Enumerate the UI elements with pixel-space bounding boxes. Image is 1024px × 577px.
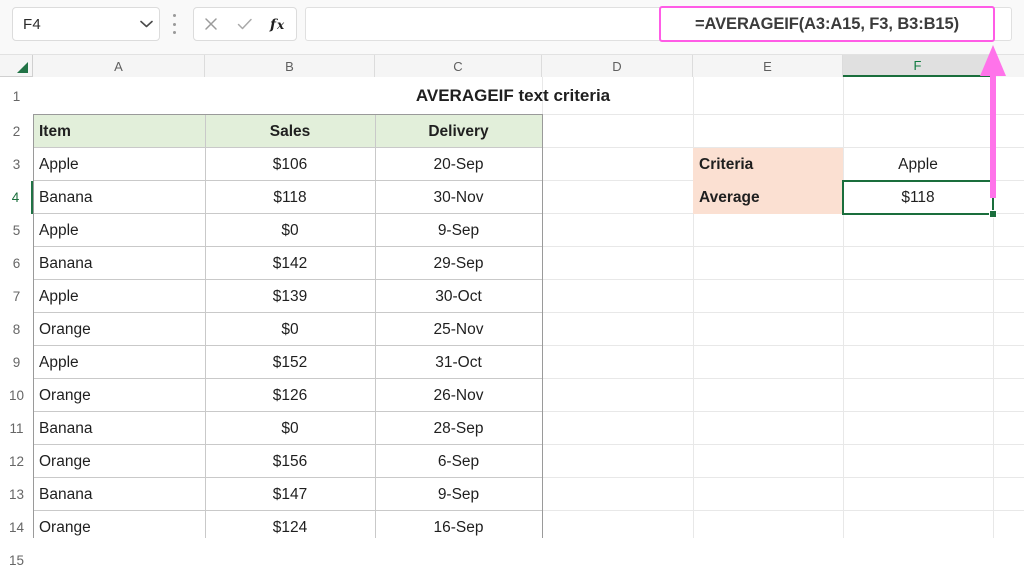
- table-row[interactable]: 9-Sep: [375, 478, 542, 511]
- table-row[interactable]: Orange: [33, 511, 205, 538]
- average-label-cell[interactable]: Average: [693, 181, 843, 214]
- table-row[interactable]: Banana: [33, 412, 205, 445]
- column-header-d[interactable]: D: [542, 55, 693, 77]
- table-row[interactable]: Apple: [33, 346, 205, 379]
- excel-window: F4 f x =AVERAGEIF(A3:A15, F3, B3:B15) A …: [0, 0, 1024, 577]
- column-header-c[interactable]: C: [375, 55, 542, 77]
- active-cell-selection[interactable]: [842, 180, 994, 215]
- table-row[interactable]: Apple: [33, 148, 205, 181]
- table-row[interactable]: Banana: [33, 181, 205, 214]
- formula-bar: F4 f x =AVERAGEIF(A3:A15, F3, B3:B15): [0, 0, 1024, 55]
- column-header-b[interactable]: B: [205, 55, 375, 77]
- name-box[interactable]: F4: [12, 7, 160, 41]
- row-header-column: 1 2 3 4 5 6 7 8 9 10 11 12 13 14 15: [0, 77, 33, 577]
- column-header-row: A B C D E F: [0, 55, 1024, 77]
- cancel-x-icon[interactable]: [194, 8, 228, 40]
- row-header-15[interactable]: 15: [0, 544, 33, 577]
- row-header-13[interactable]: 13: [0, 478, 33, 511]
- table-row[interactable]: Apple: [33, 214, 205, 247]
- table-row[interactable]: $118: [205, 181, 375, 214]
- table-row[interactable]: 31-Oct: [375, 346, 542, 379]
- table-row[interactable]: $152: [205, 346, 375, 379]
- table-row[interactable]: 9-Sep: [375, 214, 542, 247]
- table-row[interactable]: Banana: [33, 247, 205, 280]
- criteria-label-cell[interactable]: Criteria: [693, 148, 843, 181]
- criteria-value-cell[interactable]: Apple: [843, 148, 993, 181]
- row-header-12[interactable]: 12: [0, 445, 33, 478]
- table-row[interactable]: 30-Oct: [375, 280, 542, 313]
- row-header-14[interactable]: 14: [0, 511, 33, 544]
- table-row[interactable]: 30-Nov: [375, 181, 542, 214]
- table-row[interactable]: 20-Sep: [375, 148, 542, 181]
- confirm-check-icon[interactable]: [228, 8, 262, 40]
- table-row[interactable]: 28-Sep: [375, 412, 542, 445]
- chevron-down-icon[interactable]: [133, 20, 159, 28]
- column-header-g[interactable]: [993, 55, 1024, 77]
- table-row[interactable]: $124: [205, 511, 375, 538]
- formula-text: =AVERAGEIF(A3:A15, F3, B3:B15): [695, 14, 959, 33]
- table-row[interactable]: 16-Sep: [375, 511, 542, 538]
- column-header-a[interactable]: A: [33, 55, 205, 77]
- table-row[interactable]: Banana: [33, 478, 205, 511]
- table-row[interactable]: $0: [205, 412, 375, 445]
- fill-handle[interactable]: [989, 210, 997, 218]
- row-header-2[interactable]: 2: [0, 115, 33, 148]
- sheet-title[interactable]: AVERAGEIF text criteria: [33, 77, 993, 114]
- table-row[interactable]: 25-Nov: [375, 313, 542, 346]
- spreadsheet-grid: A B C D E F 1 2 3 4 5 6 7 8 9 10 11 12 1…: [0, 55, 1024, 577]
- row-header-7[interactable]: 7: [0, 280, 33, 313]
- table-row[interactable]: $156: [205, 445, 375, 478]
- row-header-3[interactable]: 3: [0, 148, 33, 181]
- row-header-11[interactable]: 11: [0, 412, 33, 445]
- table-row[interactable]: $126: [205, 379, 375, 412]
- select-all-button[interactable]: [0, 55, 33, 77]
- formula-highlight-box[interactable]: =AVERAGEIF(A3:A15, F3, B3:B15): [659, 6, 995, 42]
- row-header-10[interactable]: 10: [0, 379, 33, 412]
- row-header-9[interactable]: 9: [0, 346, 33, 379]
- formula-action-group: f x: [193, 7, 297, 41]
- select-all-triangle-icon: [17, 62, 28, 73]
- table-row[interactable]: Orange: [33, 313, 205, 346]
- table-row[interactable]: $106: [205, 148, 375, 181]
- table-row[interactable]: Apple: [33, 280, 205, 313]
- table-row[interactable]: 26-Nov: [375, 379, 542, 412]
- table-row[interactable]: $142: [205, 247, 375, 280]
- table-row[interactable]: $0: [205, 214, 375, 247]
- fx-icon[interactable]: f x: [262, 8, 296, 40]
- table-row[interactable]: $139: [205, 280, 375, 313]
- more-options-icon[interactable]: [172, 14, 176, 34]
- row-header-8[interactable]: 8: [0, 313, 33, 346]
- name-box-value: F4: [23, 15, 41, 33]
- table-header-delivery[interactable]: Delivery: [375, 115, 542, 148]
- table-row[interactable]: 29-Sep: [375, 247, 542, 280]
- table-row[interactable]: Orange: [33, 445, 205, 478]
- table-header-sales[interactable]: Sales: [205, 115, 375, 148]
- row-header-5[interactable]: 5: [0, 214, 33, 247]
- column-header-f[interactable]: F: [843, 55, 993, 77]
- table-row[interactable]: $147: [205, 478, 375, 511]
- table-header-item[interactable]: Item: [33, 115, 205, 148]
- table-row[interactable]: 6-Sep: [375, 445, 542, 478]
- table-row[interactable]: Orange: [33, 379, 205, 412]
- cell-area: AVERAGEIF text criteria Item Sales Deliv…: [33, 77, 1024, 538]
- row-header-6[interactable]: 6: [0, 247, 33, 280]
- row-header-4[interactable]: 4: [0, 181, 33, 214]
- svg-text:x: x: [276, 18, 285, 32]
- column-header-e[interactable]: E: [693, 55, 843, 77]
- row-header-1[interactable]: 1: [0, 77, 33, 115]
- table-row[interactable]: $0: [205, 313, 375, 346]
